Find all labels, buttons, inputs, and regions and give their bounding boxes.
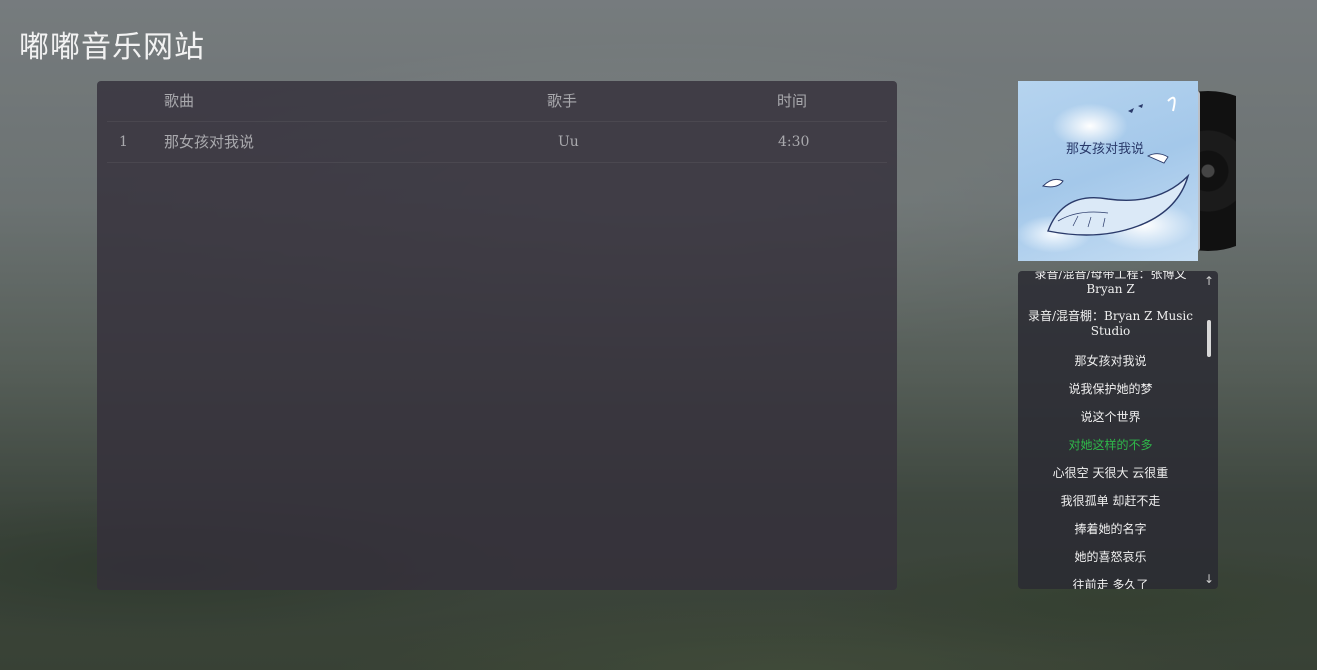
lyric-line: 录音/混音棚：Bryan Z Music Studio	[1028, 309, 1193, 338]
arrow-down-icon[interactable]: ↓	[1203, 572, 1215, 586]
lyric-line: 说我保护她的梦	[1068, 382, 1153, 396]
lyric-line: 她的喜怒哀乐	[1074, 550, 1147, 564]
scroll-thumb[interactable]	[1207, 320, 1211, 357]
song-row[interactable]: 1 那女孩对我说 Uu 4:30	[107, 122, 887, 163]
song-title[interactable]: 那女孩对我说	[164, 122, 254, 162]
lyric-line-active: 对她这样的不多	[1068, 438, 1153, 452]
song-duration: 4:30	[778, 134, 810, 150]
site-title: 嘟嘟音乐网站	[19, 30, 205, 65]
lyric-line: 录音/混音/母带工程：张博文 Bryan Z	[1034, 271, 1187, 296]
arrow-up-icon[interactable]: ↑	[1203, 274, 1215, 288]
header-singer: 歌手	[547, 92, 578, 110]
song-index: 1	[119, 134, 128, 150]
header-duration: 时间	[777, 92, 808, 110]
lyric-line: 捧着她的名字	[1074, 522, 1147, 536]
header-song: 歌曲	[164, 92, 195, 110]
lyric-line: 我很孤单 却赶不走	[1060, 494, 1161, 508]
song-list-header: 歌曲 歌手 时间	[107, 81, 887, 122]
lyric-line: 往前走 多久了	[1072, 578, 1149, 589]
lyrics-panel[interactable]: 录音/混音/母带工程：张博文 Bryan Z 录音/混音棚：Bryan Z Mus…	[1018, 271, 1218, 589]
song-singer[interactable]: Uu	[558, 122, 579, 162]
cover-title-text: 那女孩对我说	[1066, 141, 1144, 157]
lyrics-list: 录音/混音/母带工程：张博文 Bryan Z 录音/混音棚：Bryan Z Mus…	[1018, 271, 1203, 589]
album-art: 那女孩对我说	[1018, 81, 1236, 261]
lyric-line: 说这个世界	[1080, 410, 1141, 424]
song-list-panel: 歌曲 歌手 时间 1 那女孩对我说 Uu 4:30	[97, 81, 897, 590]
lyric-line: 那女孩对我说	[1074, 354, 1147, 368]
album-cover: 那女孩对我说	[1018, 81, 1198, 261]
lyric-line: 心很空 天很大 云很重	[1052, 466, 1169, 480]
whale-illustration-icon: 那女孩对我说	[1041, 96, 1190, 236]
lyrics-scrollbar[interactable]: ↑ ↓	[1200, 271, 1218, 589]
